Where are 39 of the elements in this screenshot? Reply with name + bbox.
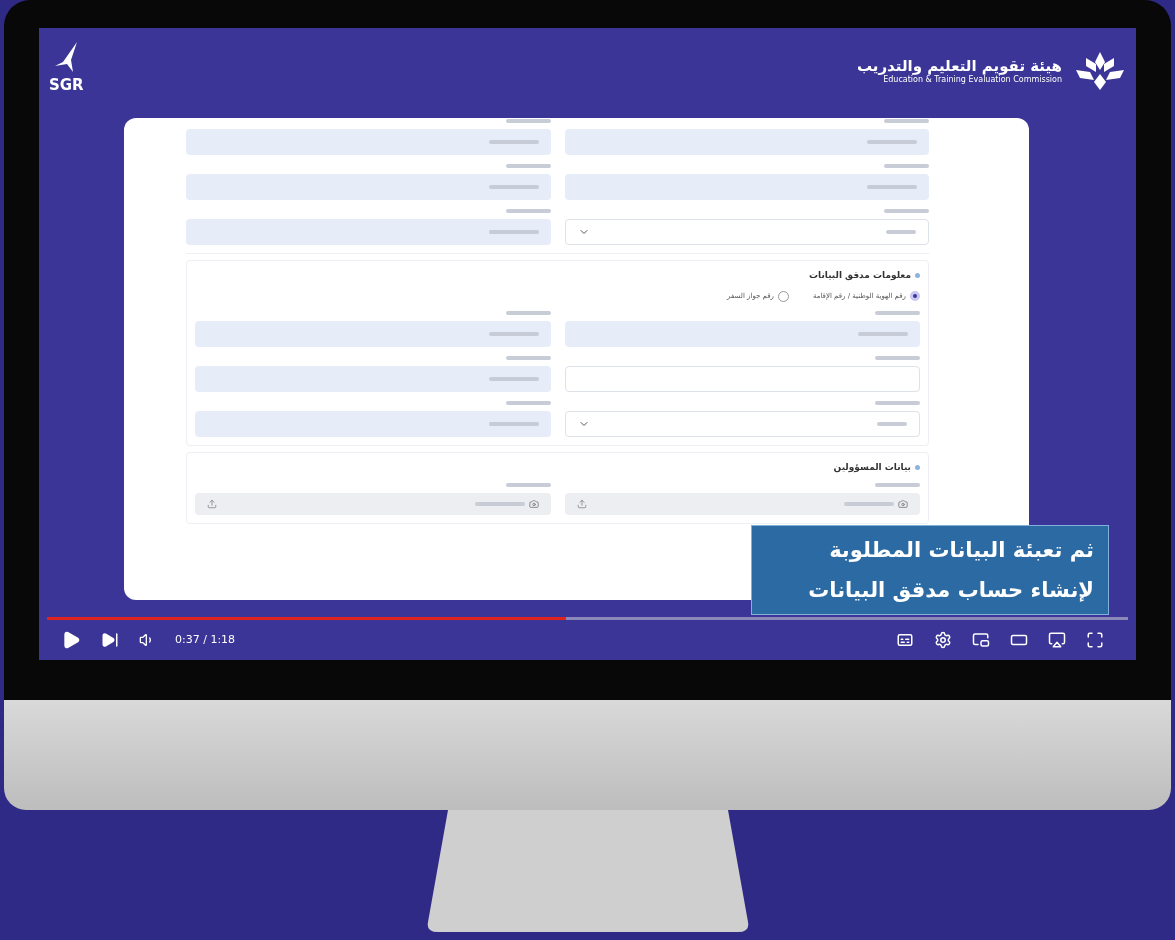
section-title: معلومات مدقق البيانات: [809, 269, 911, 283]
section-title: بيانات المسؤولين: [833, 460, 911, 474]
input-field[interactable]: [564, 365, 920, 392]
progress-track[interactable]: [47, 617, 1128, 620]
time-display: 0:37 / 1:18: [175, 631, 236, 648]
input-field[interactable]: [195, 365, 551, 392]
upload-icon: [207, 499, 217, 509]
input-field[interactable]: [564, 129, 929, 155]
dropdown-field[interactable]: [564, 410, 920, 437]
bullet-icon: [915, 273, 920, 279]
cast-icon[interactable]: [1048, 631, 1066, 649]
radio-button[interactable]: [910, 291, 920, 301]
input-field[interactable]: [186, 219, 551, 245]
input-field[interactable]: [564, 174, 929, 200]
logo-text: SGR: [49, 78, 84, 93]
radio-button[interactable]: [777, 290, 789, 302]
miniplayer-icon[interactable]: [972, 631, 990, 649]
input-field[interactable]: [195, 410, 551, 437]
dropdown-field[interactable]: [564, 219, 929, 245]
camera-icon: [898, 499, 908, 509]
organization-name-english: Education & Training Evaluation Commission: [883, 75, 1062, 86]
input-field[interactable]: [186, 129, 551, 155]
input-field[interactable]: [564, 320, 920, 347]
settings-icon[interactable]: [934, 631, 952, 649]
fullscreen-icon[interactable]: [1086, 631, 1104, 649]
organization-name: هيئة تقويم التعليم والتدريب: [856, 56, 1062, 76]
upload-icon: [576, 499, 587, 509]
upload-field[interactable]: [564, 493, 920, 515]
next-icon[interactable]: [101, 631, 119, 649]
subtitles-icon[interactable]: [896, 631, 914, 649]
caption-line: لإنشاء حساب مدقق البيانات: [808, 577, 1094, 604]
leaf-logo-icon: [1074, 50, 1126, 92]
upload-field[interactable]: [195, 493, 551, 515]
caption-line: ثم تعبئة البيانات المطلوبة: [829, 537, 1094, 564]
camera-icon: [528, 499, 539, 509]
play-icon[interactable]: [61, 630, 81, 650]
input-field[interactable]: [195, 320, 551, 347]
input-field[interactable]: [186, 174, 551, 200]
bullet-icon: [915, 464, 920, 470]
